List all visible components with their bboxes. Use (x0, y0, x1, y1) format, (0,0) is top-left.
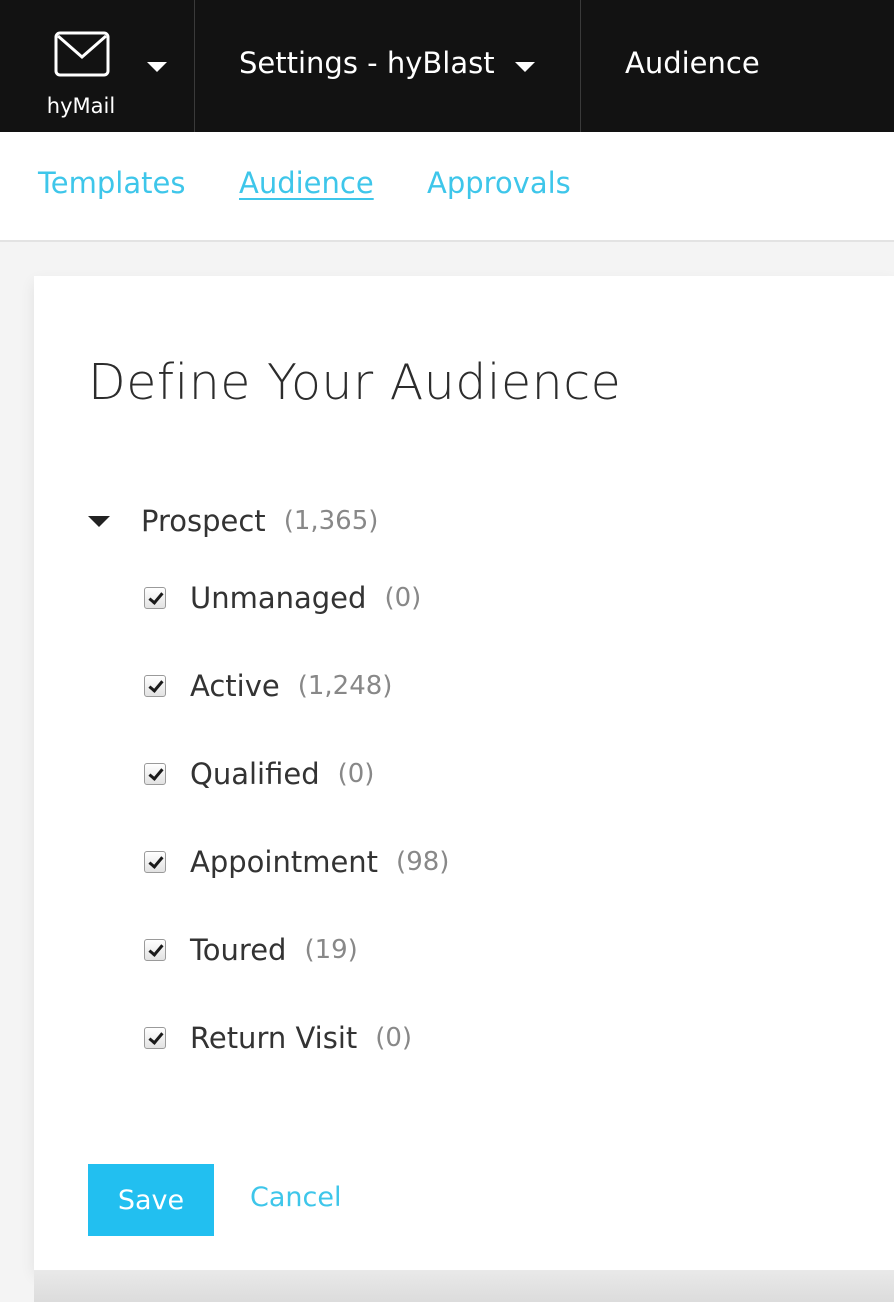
save-button[interactable]: Save (88, 1164, 214, 1236)
item-count: (0) (375, 1023, 413, 1053)
item-count: (98) (396, 847, 450, 877)
chevron-down-icon[interactable] (147, 62, 167, 72)
tab-templates[interactable]: Templates (38, 166, 185, 200)
mail-icon (54, 31, 110, 77)
checkbox-toured[interactable] (144, 939, 166, 961)
audience-card: Define Your Audience Prospect (1,365) Un… (34, 276, 894, 1270)
sub-navigation: Templates Audience Approvals (0, 132, 894, 242)
caret-down-icon[interactable] (88, 515, 110, 527)
item-label: Toured (190, 933, 287, 967)
checkbox-appointment[interactable] (144, 851, 166, 873)
list-item: Toured (19) (144, 933, 358, 967)
checkbox-active[interactable] (144, 675, 166, 697)
settings-menu[interactable]: Settings - hyBlast (195, 0, 581, 132)
tab-audience[interactable]: Audience (239, 166, 374, 200)
breadcrumb: Audience (581, 0, 894, 132)
cancel-button[interactable]: Cancel (250, 1182, 341, 1213)
current-page-label: Audience (625, 46, 760, 80)
item-count: (0) (384, 583, 422, 613)
settings-menu-label: Settings - hyBlast (239, 46, 495, 80)
checkbox-return-visit[interactable] (144, 1027, 166, 1049)
item-label: Qualified (190, 757, 320, 791)
list-item: Qualified (0) (144, 757, 374, 791)
list-item: Return Visit (0) (144, 1021, 412, 1055)
item-count: (19) (304, 935, 358, 965)
page-title: Define Your Audience (88, 354, 622, 411)
item-label: Appointment (190, 845, 379, 879)
app-switcher[interactable]: hyMail (0, 0, 195, 132)
checkbox-qualified[interactable] (144, 763, 166, 785)
list-item: Active (1,248) (144, 669, 392, 703)
item-count: (0) (337, 759, 375, 789)
list-item: Appointment (98) (144, 845, 449, 879)
card-footer-shadow (34, 1270, 894, 1302)
group-count: (1,365) (283, 506, 379, 536)
list-item: Unmanaged (0) (144, 581, 421, 615)
tab-approvals[interactable]: Approvals (427, 166, 571, 200)
group-toggle-prospect[interactable]: Prospect (1,365) (88, 504, 378, 538)
group-label: Prospect (141, 504, 266, 538)
checkbox-unmanaged[interactable] (144, 587, 166, 609)
item-label: Return Visit (190, 1021, 358, 1055)
item-label: Active (190, 669, 280, 703)
top-bar: hyMail Settings - hyBlast Audience (0, 0, 894, 132)
chevron-down-icon[interactable] (515, 62, 535, 72)
item-count: (1,248) (297, 671, 393, 701)
item-label: Unmanaged (190, 581, 367, 615)
app-name: hyMail (46, 94, 116, 118)
